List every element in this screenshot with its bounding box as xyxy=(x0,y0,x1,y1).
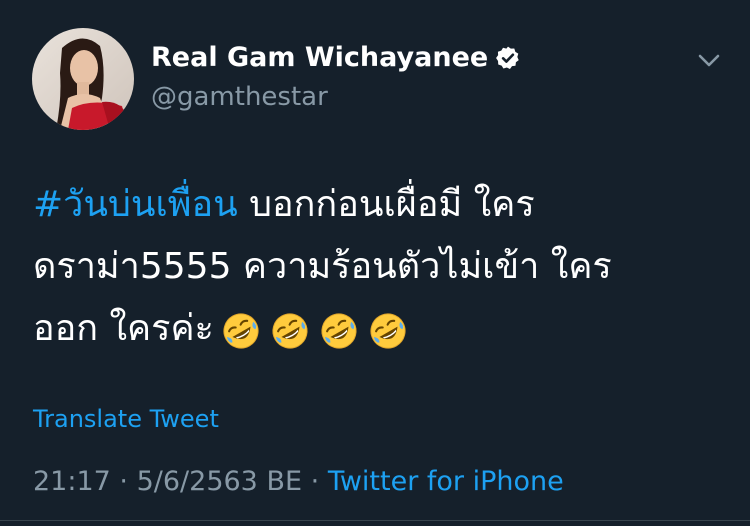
tweet-text-line-1: #วันบ่นเพื่อน บอกก่อนเผื่อมี ใคร xyxy=(33,174,723,236)
translate-tweet-link[interactable]: Translate Tweet xyxy=(33,405,219,433)
tweet-source-link[interactable]: Twitter for iPhone xyxy=(328,466,564,497)
emoji-row xyxy=(222,299,418,361)
divider xyxy=(0,520,750,521)
tweet-text-segment: ออก ใครค่ะ xyxy=(33,308,214,349)
avatar-image xyxy=(32,28,134,130)
avatar[interactable] xyxy=(32,28,134,130)
rolling-on-floor-laughing-emoji xyxy=(223,313,259,349)
rolling-on-floor-laughing-emoji xyxy=(272,313,308,349)
tweet-time[interactable]: 21:17 xyxy=(33,466,111,497)
display-name-text: Real Gam Wichayanee xyxy=(151,42,489,73)
verified-badge-icon xyxy=(496,46,519,69)
tweet-date[interactable]: 5/6/2563 BE xyxy=(137,466,302,497)
rolling-on-floor-laughing-emoji xyxy=(370,313,406,349)
user-handle[interactable]: @gamthestar xyxy=(151,82,328,112)
rolling-on-floor-laughing-emoji xyxy=(321,313,357,349)
tweet-text: #วันบ่นเพื่อน บอกก่อนเผื่อมี ใคร ดราม่า5… xyxy=(33,174,723,361)
tweet-text-segment: บอกก่อนเผื่อมี ใคร xyxy=(237,184,535,225)
tweet-meta: 21:17 · 5/6/2563 BE · Twitter for iPhone xyxy=(33,466,564,497)
meta-separator: · xyxy=(119,466,128,497)
tweet-text-line-2: ดราม่า5555 ความร้อนตัวไม่เข้า ใคร xyxy=(33,246,612,287)
hashtag-link[interactable]: #วันบ่นเพื่อน xyxy=(33,184,238,225)
tweet-card: Real Gam Wichayanee @gamthestar #วันบ่นเ… xyxy=(0,0,750,526)
meta-separator: · xyxy=(310,466,320,497)
display-name[interactable]: Real Gam Wichayanee xyxy=(151,42,521,73)
chevron-down-icon[interactable] xyxy=(695,46,723,74)
tweet-text-line-3: ออก ใครค่ะ xyxy=(33,298,723,361)
